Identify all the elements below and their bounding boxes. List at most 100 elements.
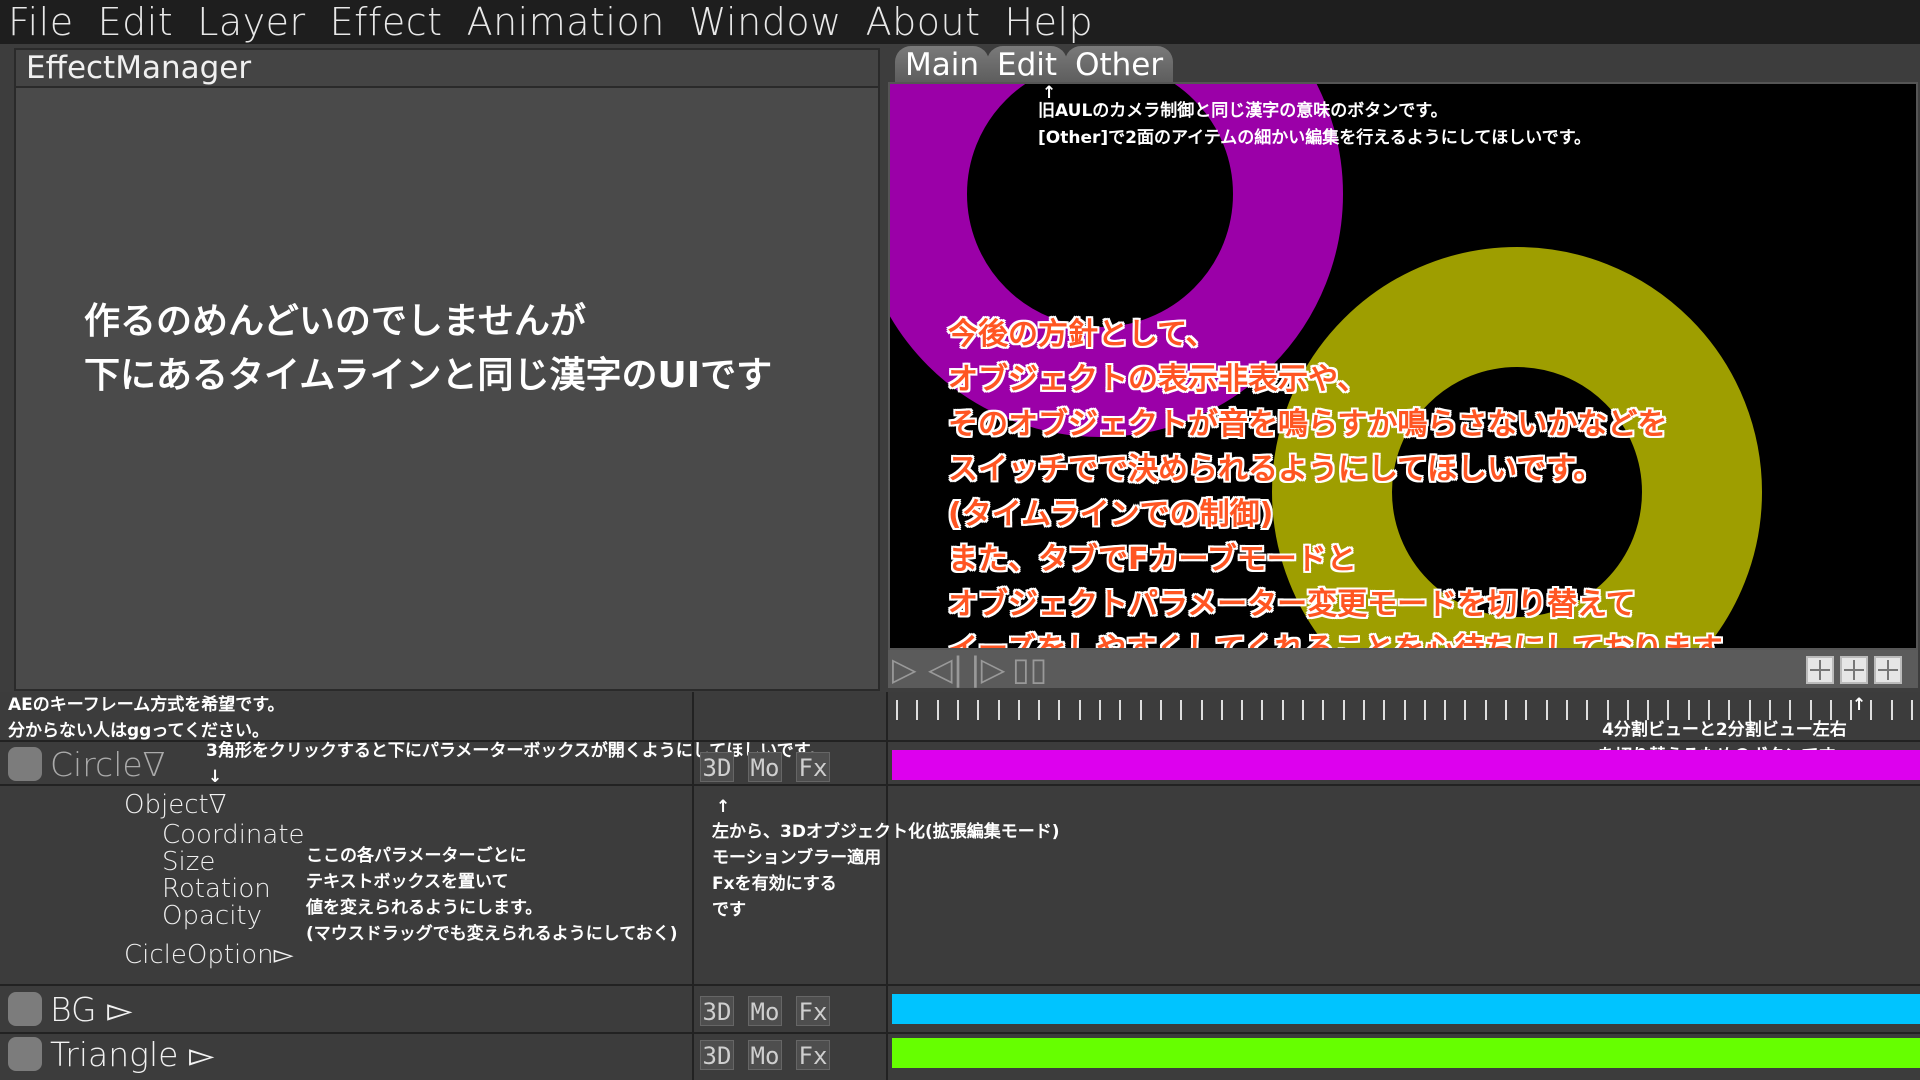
- param-opacity: Opacity: [162, 901, 263, 931]
- prev-frame-button[interactable]: ◁|: [928, 653, 963, 685]
- ruler-tick: [1525, 700, 1528, 720]
- 3d-button[interactable]: 3D: [700, 1040, 734, 1070]
- view-split-button-1[interactable]: [1806, 656, 1834, 684]
- effect-manager-note: 作るのめんどいのでしませんが 下にあるタイムラインと同じ漢字のUIです: [84, 301, 773, 396]
- fx-button[interactable]: Fx: [796, 752, 830, 782]
- effect-manager-panel: EffectManager 作るのめんどいのでしませんが 下にあるタイムラインと…: [14, 48, 880, 691]
- ruler-tick: [1342, 700, 1345, 720]
- ruler-tick: [1200, 700, 1203, 720]
- ruler-tick: [1362, 700, 1365, 720]
- ruler-tick: [1322, 700, 1325, 720]
- ruler-tick: [1099, 700, 1101, 720]
- ruler-tick: [1119, 700, 1122, 720]
- ruler-tick: [1180, 700, 1183, 720]
- menu-effect[interactable]: Effect: [322, 0, 459, 44]
- button-note: 左から、3Dオブジェクト化(拡張編集モード) モーションブラー適用 Fxを有効に…: [712, 822, 1060, 920]
- ruler-tick: [1302, 700, 1304, 720]
- layer-name[interactable]: BG ▻: [50, 990, 132, 1029]
- ruler-tick: [1505, 700, 1507, 720]
- layer-buttons-triangle: 3D Mo Fx: [700, 1040, 830, 1070]
- layer-row-triangle[interactable]: Triangle ▻: [0, 1033, 692, 1075]
- ruler-tick: [956, 700, 959, 720]
- 3d-button[interactable]: 3D: [700, 996, 734, 1026]
- fx-button[interactable]: Fx: [796, 1040, 830, 1070]
- next-frame-button[interactable]: |▷: [970, 653, 1005, 685]
- motion-blur-button[interactable]: Mo: [748, 752, 782, 782]
- menu-file[interactable]: File: [0, 0, 90, 44]
- ruler-tick: [896, 700, 898, 720]
- track-bar-bg[interactable]: [892, 994, 1920, 1024]
- menu-help[interactable]: Help: [997, 0, 1110, 44]
- param-group-circle-option[interactable]: CicleOption▻: [124, 940, 294, 970]
- arrow-up-icon: ↑: [716, 797, 731, 817]
- main-note: 今後の方針として、 オブジェクトの表示非表示や、 そのオブジェクトが音を鳴らすか…: [948, 317, 1750, 650]
- keyframe-note: AEのキーフレーム方式を希望です。 分からない人はggってください。: [8, 695, 285, 741]
- layer-row-circle[interactable]: Circle∇: [0, 743, 692, 785]
- ruler-tick: [1423, 700, 1426, 720]
- motion-blur-button[interactable]: Mo: [748, 996, 782, 1026]
- param-rotation: Rotation: [162, 874, 271, 904]
- tab-main[interactable]: Main: [895, 46, 990, 84]
- menu-window[interactable]: Window: [681, 0, 858, 44]
- menu-edit[interactable]: Edit: [90, 0, 190, 44]
- motion-blur-button[interactable]: Mo: [748, 1040, 782, 1070]
- ruler-tick: [1444, 700, 1447, 720]
- ruler-tick: [1220, 700, 1223, 720]
- ruler-tick: [1159, 700, 1162, 720]
- layer-name[interactable]: Circle∇: [50, 745, 165, 784]
- ruler-tick: [1586, 700, 1589, 720]
- ruler-tick: [997, 700, 1000, 720]
- ruler-tick: [1261, 700, 1264, 720]
- ruler-tick: [1038, 700, 1041, 720]
- menu-layer[interactable]: Layer: [189, 0, 321, 44]
- menu-about[interactable]: About: [858, 0, 997, 44]
- ruler-tick: [1911, 700, 1913, 720]
- 3d-button[interactable]: 3D: [700, 752, 734, 782]
- fx-button[interactable]: Fx: [796, 996, 830, 1026]
- ruler-tick: [916, 700, 919, 720]
- tab-other[interactable]: Other: [1065, 46, 1174, 84]
- ruler-tick: [1078, 700, 1081, 720]
- ruler-tick: [1464, 700, 1467, 720]
- param-coordinate: Coordinate: [162, 820, 305, 850]
- tab-edit[interactable]: Edit: [987, 46, 1068, 84]
- tab-note: 旧AULのカメラ制御と同じ漢字の意味のボタンです。 [Other]で2面のアイテ…: [1038, 101, 1592, 148]
- ruler-tick: [1058, 700, 1061, 720]
- layer-visibility-toggle[interactable]: [8, 747, 42, 781]
- ruler-tick: [1545, 700, 1548, 720]
- ruler-tick: [1017, 700, 1020, 720]
- track-bar-circle[interactable]: [892, 750, 1920, 780]
- ruler-tick: [1870, 700, 1873, 720]
- ruler-tick: [977, 700, 980, 720]
- effect-manager-title: EffectManager: [16, 50, 878, 88]
- view-split-button-2[interactable]: [1840, 656, 1868, 684]
- ruler-tick: [1565, 700, 1568, 720]
- layer-buttons-bg: 3D Mo Fx: [700, 996, 830, 1026]
- ruler-tick: [1403, 700, 1406, 720]
- layer-buttons-circle: 3D Mo Fx: [700, 752, 830, 782]
- ruler-tick: [1281, 700, 1284, 720]
- divider: [0, 984, 1920, 986]
- ruler-tick: [1241, 700, 1244, 720]
- view-split-button-3[interactable]: [1874, 656, 1902, 684]
- ruler-tick: [1383, 700, 1386, 720]
- arrow-up-icon: ↑: [1852, 695, 1867, 715]
- track-bar-triangle[interactable]: [892, 1038, 1920, 1068]
- layer-row-bg[interactable]: BG ▻: [0, 988, 692, 1030]
- playback-controls: ▷ ◁| |▷ ▯▯: [888, 650, 1918, 688]
- preview-tabs: Main Edit Other: [895, 46, 1174, 84]
- preview-viewport[interactable]: ↑ 旧AULのカメラ制御と同じ漢字の意味のボタンです。 [Other]で2面のア…: [888, 82, 1918, 650]
- layer-name[interactable]: Triangle ▻: [50, 1035, 214, 1074]
- ruler-tick: [1890, 700, 1893, 720]
- layer-visibility-toggle[interactable]: [8, 1037, 42, 1071]
- ruler-tick: [1484, 700, 1487, 720]
- menu-animation[interactable]: Animation: [459, 0, 681, 44]
- param-size: Size: [162, 847, 216, 877]
- menu-bar: File Edit Layer Effect Animation Window …: [0, 0, 1920, 44]
- param-group-object[interactable]: Object∇: [124, 790, 226, 820]
- play-button[interactable]: ▷: [892, 653, 917, 685]
- ruler-tick: [936, 700, 939, 720]
- param-note: ここの各パラメーターごとに テキストボックスを置いて 値を変えられるようにします…: [306, 846, 678, 944]
- layer-visibility-toggle[interactable]: [8, 992, 42, 1026]
- pause-button[interactable]: ▯▯: [1012, 653, 1047, 685]
